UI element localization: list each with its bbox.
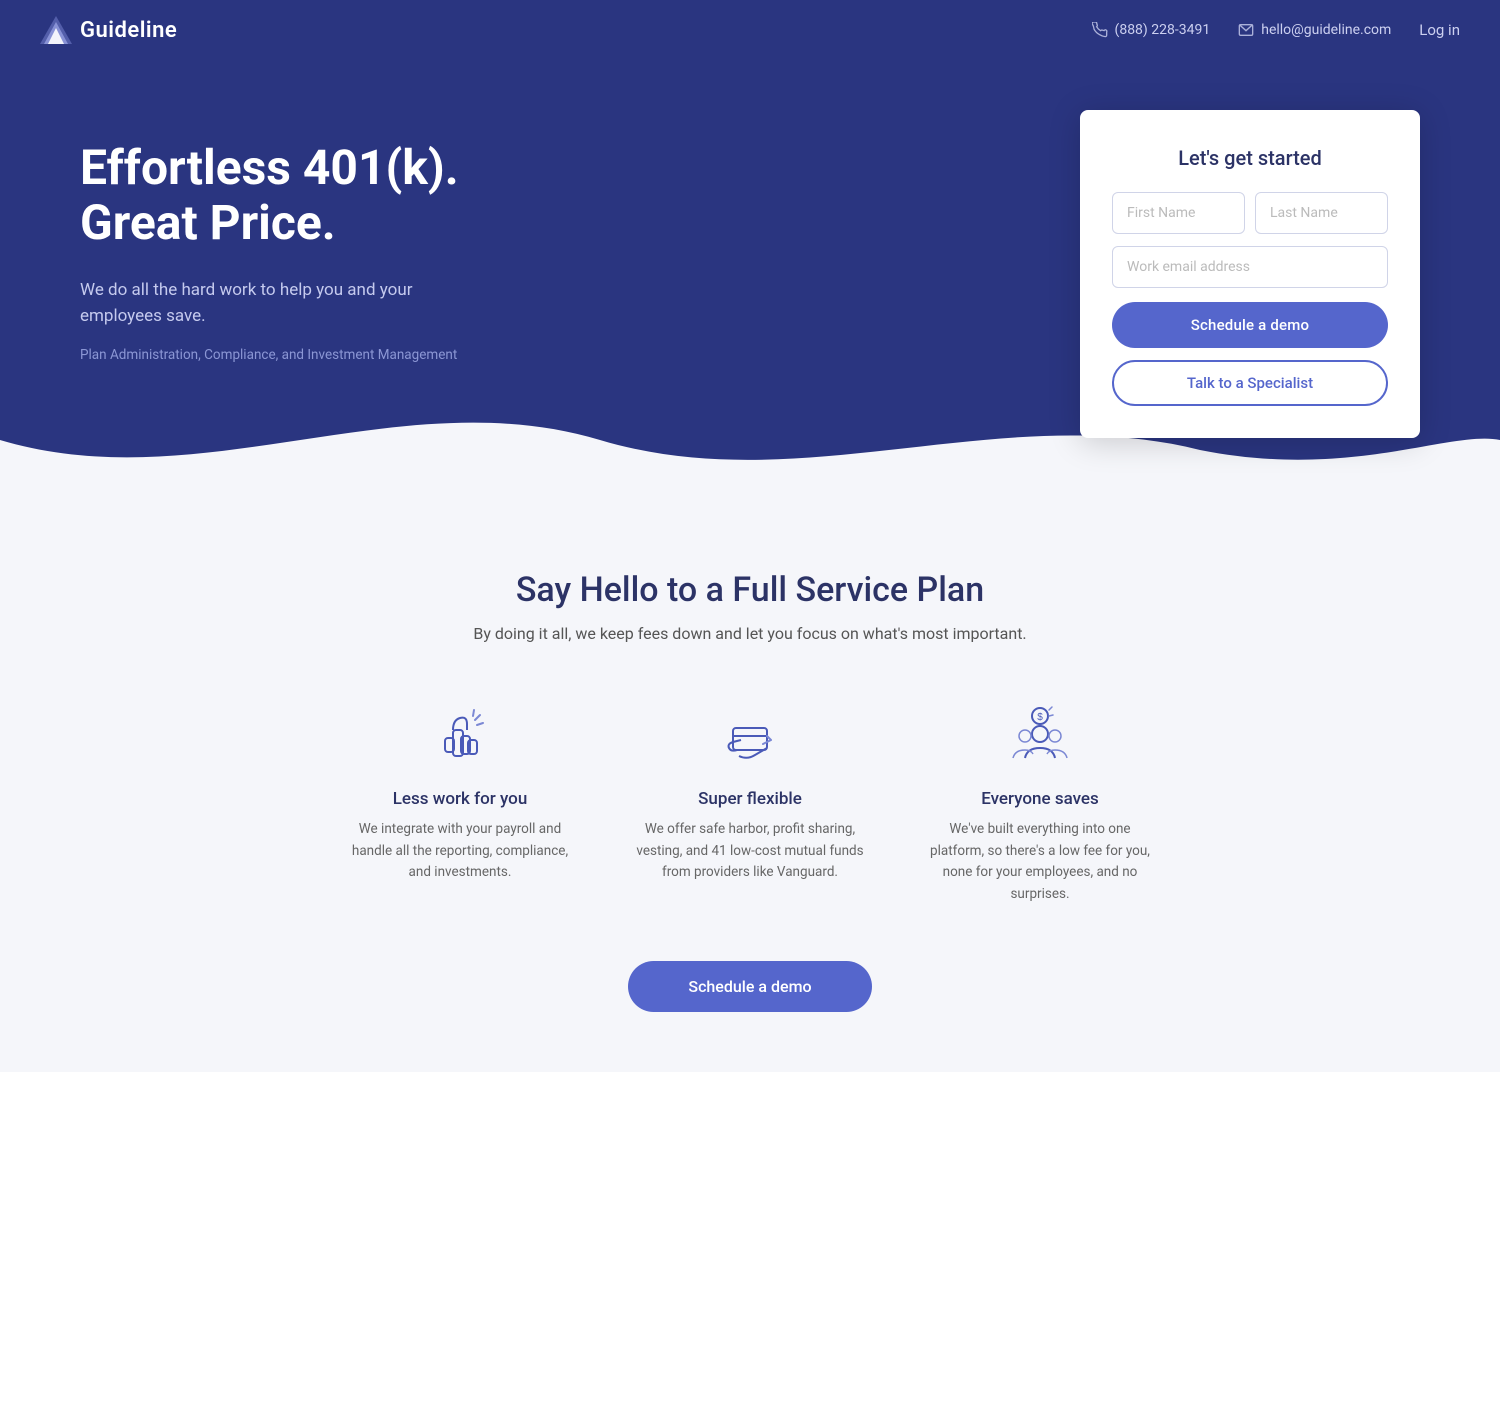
logo-icon	[40, 16, 72, 44]
feature-desc-work: We integrate with your payroll and handl…	[345, 819, 575, 884]
feature-desc-saves: We've built everything into one platform…	[925, 819, 1155, 905]
hero-heading-line1: Effortless 401(k).	[80, 139, 459, 196]
header: Guideline (888) 228-3491 hello@guideline…	[0, 0, 1500, 60]
work-email-input[interactable]	[1112, 246, 1388, 288]
svg-text:$: $	[1037, 712, 1043, 723]
feature-item-work: Less work for you We integrate with your…	[345, 699, 575, 905]
hero-subtext: We do all the hard work to help you and …	[80, 278, 440, 329]
header-nav: (888) 228-3491 hello@guideline.com Log i…	[1092, 21, 1460, 39]
card-swipe-icon	[714, 699, 786, 771]
features-section: Say Hello to a Full Service Plan By doin…	[0, 500, 1500, 1072]
signup-form-card: Let's get started Schedule a demo Talk t…	[1080, 110, 1420, 438]
schedule-demo-button[interactable]: Schedule a demo	[1112, 302, 1388, 348]
email-address: hello@guideline.com	[1261, 22, 1391, 38]
email-icon	[1238, 22, 1254, 38]
email-contact[interactable]: hello@guideline.com	[1238, 22, 1391, 38]
feature-desc-flexible: We offer safe harbor, profit sharing, ve…	[635, 819, 865, 884]
hand-point-icon	[424, 699, 496, 771]
login-button[interactable]: Log in	[1419, 21, 1460, 39]
feature-item-flexible: Super flexible We offer safe harbor, pro…	[635, 699, 865, 905]
hero-heading: Effortless 401(k). Great Price.	[80, 140, 1080, 250]
features-grid: Less work for you We integrate with your…	[40, 699, 1460, 905]
features-subtitle: By doing it all, we keep fees down and l…	[450, 624, 1050, 643]
hero-content: Effortless 401(k). Great Price. We do al…	[80, 120, 1080, 363]
feature-name-flexible: Super flexible	[635, 789, 865, 809]
phone-contact[interactable]: (888) 228-3491	[1092, 22, 1211, 38]
feature-item-saves: $ Everyone saves We've built everything …	[925, 699, 1155, 905]
features-schedule-demo-button[interactable]: Schedule a demo	[628, 961, 871, 1012]
people-dollar-icon: $	[1004, 699, 1076, 771]
name-row	[1112, 192, 1388, 234]
feature-name-work: Less work for you	[345, 789, 575, 809]
form-title: Let's get started	[1112, 146, 1388, 170]
logo-text: Guideline	[80, 18, 177, 43]
talk-specialist-button[interactable]: Talk to a Specialist	[1112, 360, 1388, 406]
last-name-input[interactable]	[1255, 192, 1388, 234]
hero-tagline: Plan Administration, Compliance, and Inv…	[80, 347, 1080, 363]
feature-name-saves: Everyone saves	[925, 789, 1155, 809]
logo[interactable]: Guideline	[40, 16, 177, 44]
phone-icon	[1092, 22, 1108, 38]
features-cta: Schedule a demo	[40, 961, 1460, 1012]
hero-section: Effortless 401(k). Great Price. We do al…	[0, 60, 1500, 500]
hero-heading-line2: Great Price.	[80, 194, 336, 251]
features-title: Say Hello to a Full Service Plan	[40, 570, 1460, 610]
phone-number: (888) 228-3491	[1115, 22, 1211, 38]
first-name-input[interactable]	[1112, 192, 1245, 234]
